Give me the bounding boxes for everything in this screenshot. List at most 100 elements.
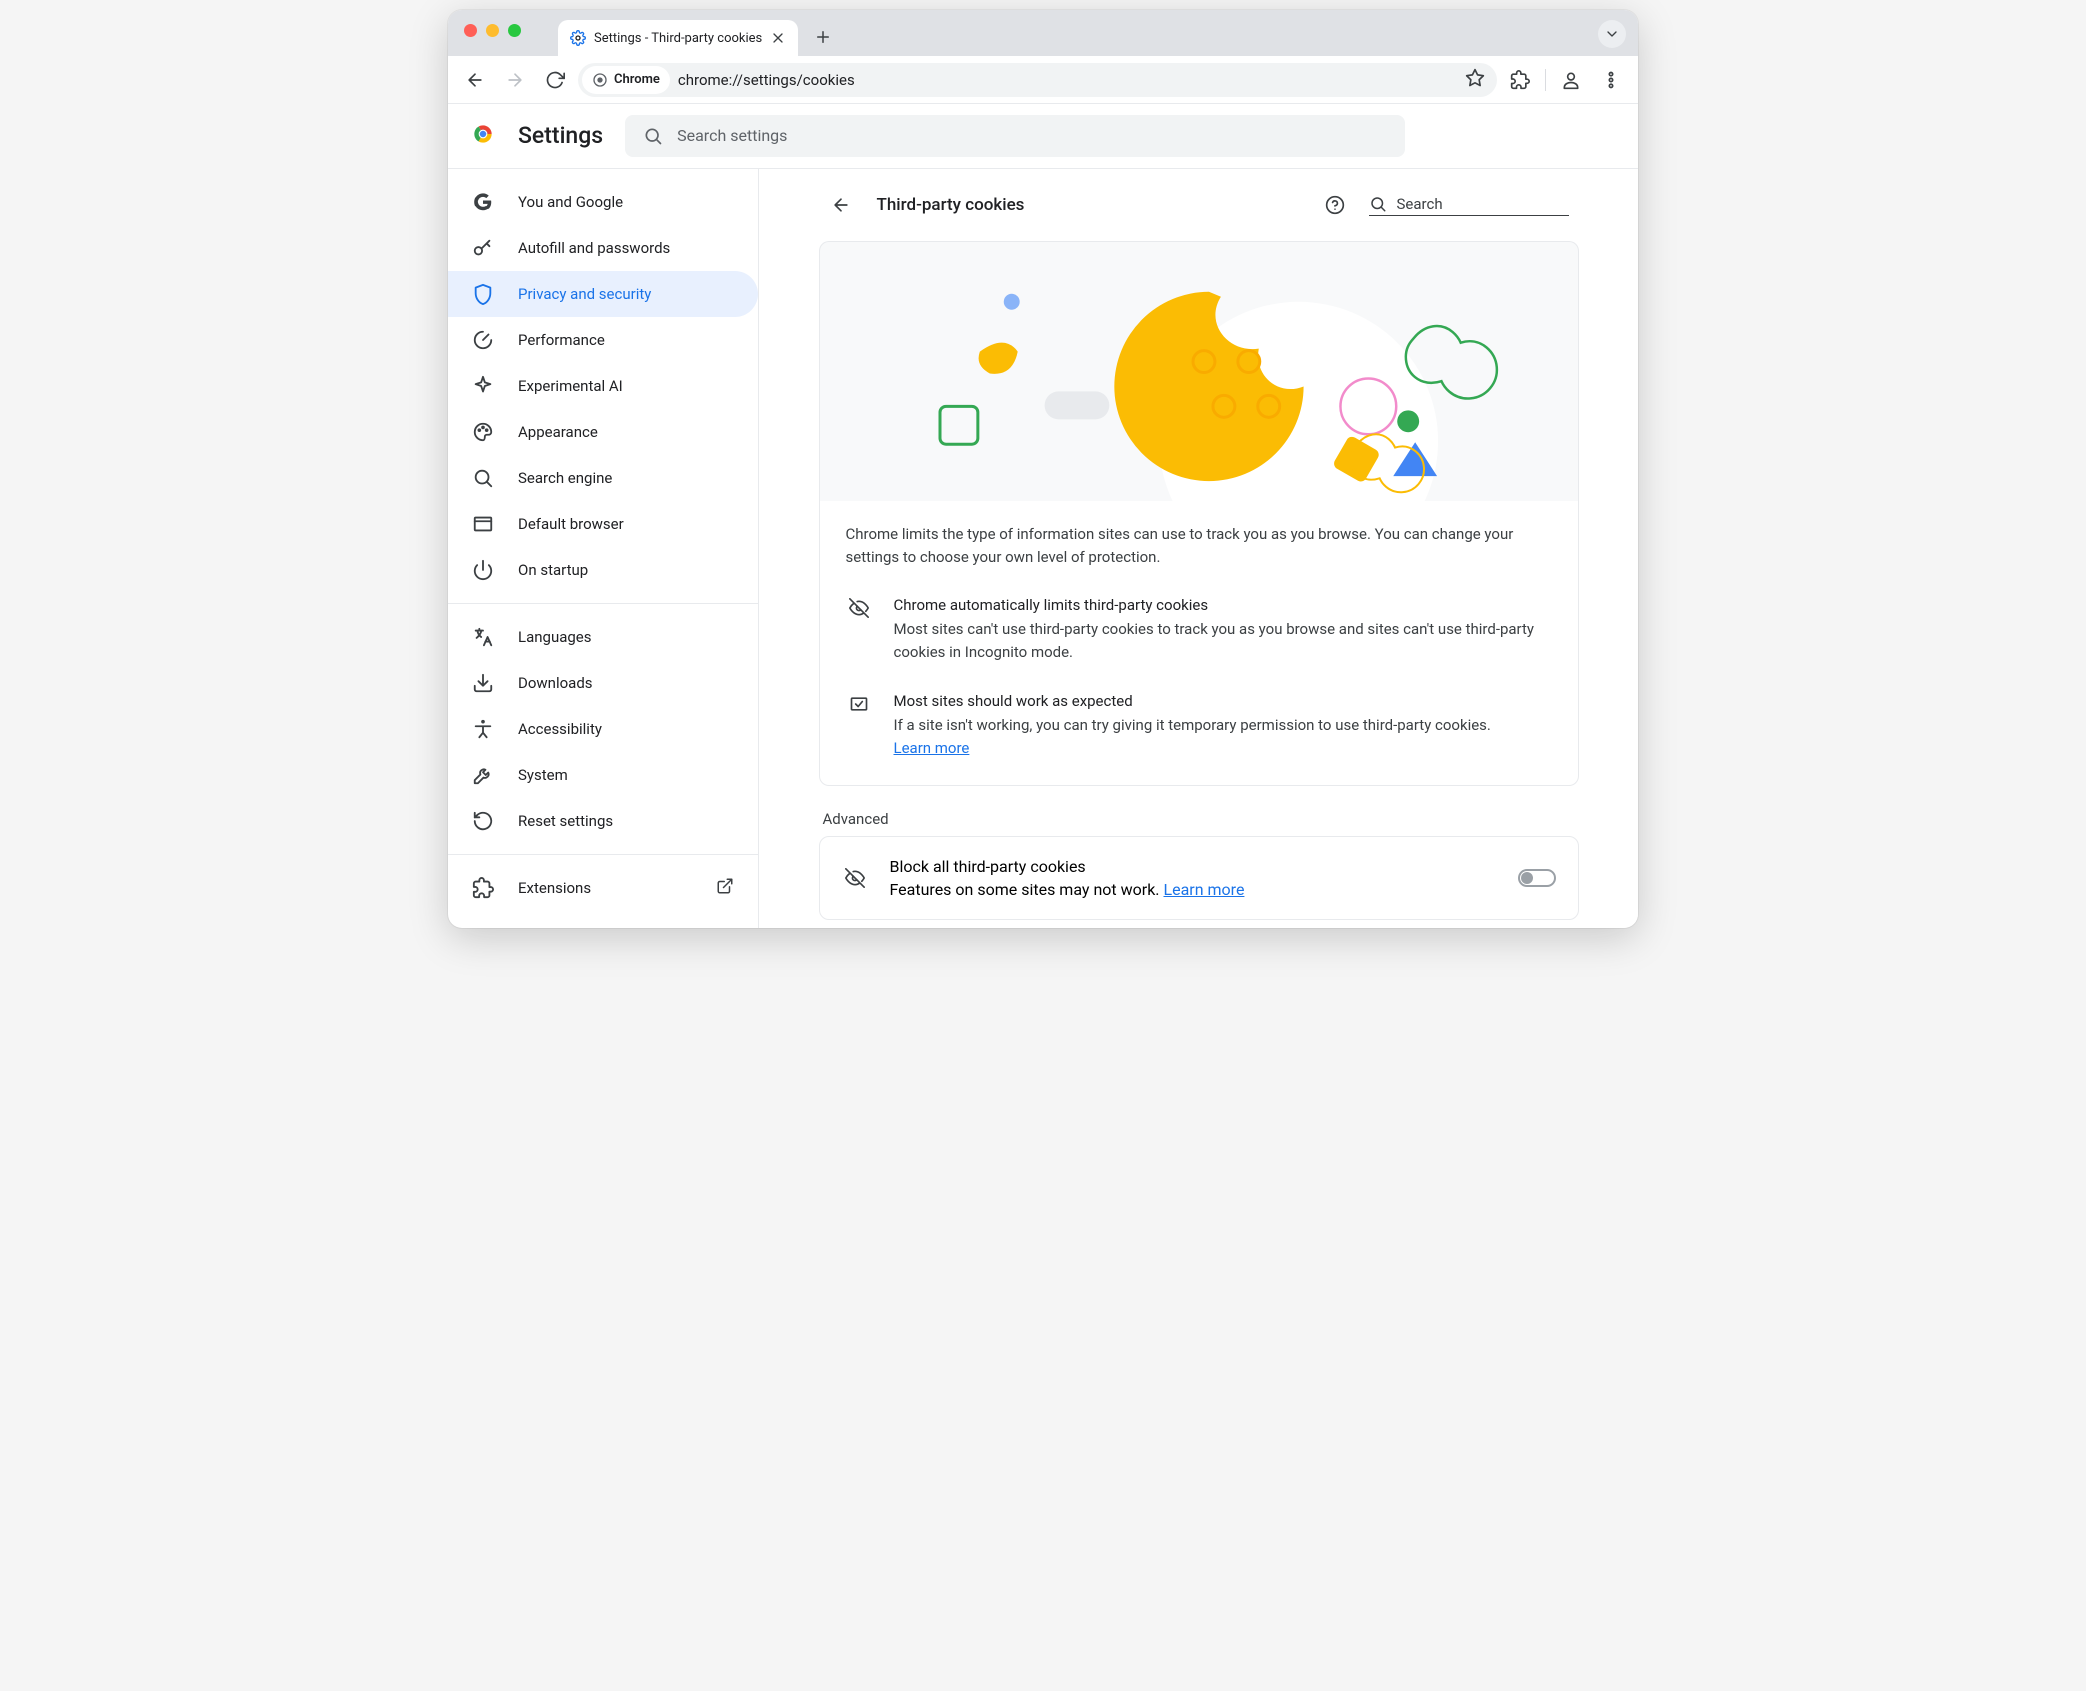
setting-title: Block all third-party cookies [890, 857, 1496, 876]
sidebar-item-label: Appearance [518, 423, 598, 441]
domain-verify-icon [846, 692, 872, 761]
sidebar-item-label: You and Google [518, 193, 623, 211]
setting-block-all-cookies: Block all third-party cookies Features o… [819, 836, 1579, 920]
site-chip[interactable]: Chrome [582, 66, 670, 94]
sidebar-item-languages[interactable]: Languages [448, 614, 758, 660]
window-zoom-button[interactable] [508, 24, 521, 37]
omnibox-url: chrome://settings/cookies [678, 71, 1457, 89]
advanced-section-label: Advanced [819, 786, 1579, 836]
sidebar-item-on-startup[interactable]: On startup [448, 547, 758, 593]
browser-toolbar: Chrome chrome://settings/cookies [448, 56, 1638, 104]
external-link-icon [716, 877, 734, 899]
settings-search[interactable]: Search settings [625, 115, 1405, 157]
key-icon [472, 237, 494, 259]
site-chip-label: Chrome [614, 72, 660, 87]
sidebar-item-default-browser[interactable]: Default browser [448, 501, 758, 547]
profile-button[interactable] [1554, 63, 1588, 97]
window-controls [464, 24, 521, 37]
sidebar-item-label: Autofill and passwords [518, 239, 670, 257]
forward-button[interactable] [498, 63, 532, 97]
cookies-intro-text: Chrome limits the type of information si… [846, 523, 1552, 570]
tab-strip: Settings - Third-party cookies [448, 10, 1638, 56]
puzzle-icon [472, 877, 494, 899]
settings-sidebar: You and Google Autofill and passwords Pr… [448, 169, 758, 928]
settings-body: You and Google Autofill and passwords Pr… [448, 168, 1638, 928]
back-button[interactable] [458, 63, 492, 97]
cookies-card: Chrome limits the type of information si… [819, 501, 1579, 786]
sidebar-item-label: Privacy and security [518, 285, 651, 303]
sidebar-item-performance[interactable]: Performance [448, 317, 758, 363]
block-all-cookies-toggle[interactable] [1518, 869, 1556, 887]
sidebar-item-label: Downloads [518, 674, 593, 692]
accessibility-icon [472, 718, 494, 740]
gear-icon [570, 30, 586, 46]
sidebar-item-label: Default browser [518, 515, 624, 533]
setting-body: Features on some sites may not work. Lea… [890, 880, 1496, 899]
learn-more-link[interactable]: Learn more [1163, 880, 1244, 899]
info-row-expected: Most sites should work as expected If a … [846, 684, 1552, 781]
settings-content: Third-party cookies Search [758, 169, 1638, 928]
page-title: Third-party cookies [877, 195, 1301, 215]
reload-button[interactable] [538, 63, 572, 97]
sidebar-item-downloads[interactable]: Downloads [448, 660, 758, 706]
sidebar-item-you-and-google[interactable]: You and Google [448, 179, 758, 225]
inline-search-placeholder: Search [1397, 195, 1443, 213]
info-body: If a site isn't working, you can try giv… [894, 714, 1491, 761]
translate-icon [472, 626, 494, 648]
sparkle-icon [472, 375, 494, 397]
tab-title: Settings - Third-party cookies [594, 31, 762, 46]
sidebar-divider [448, 603, 758, 604]
download-icon [472, 672, 494, 694]
browser-menu-button[interactable] [1594, 63, 1628, 97]
learn-more-link[interactable]: Learn more [894, 739, 970, 757]
sidebar-item-appearance[interactable]: Appearance [448, 409, 758, 455]
sidebar-item-accessibility[interactable]: Accessibility [448, 706, 758, 752]
page-back-button[interactable] [823, 187, 859, 223]
help-button[interactable] [1319, 189, 1351, 221]
sidebar-item-label: System [518, 766, 568, 784]
tab-overflow-button[interactable] [1598, 20, 1626, 48]
browser-window: Settings - Third-party cookies [448, 10, 1638, 928]
inline-search[interactable]: Search [1369, 195, 1569, 216]
eye-off-icon [846, 596, 872, 665]
browser-window-icon [472, 513, 494, 535]
sidebar-item-label: Accessibility [518, 720, 602, 738]
info-body-text: If a site isn't working, you can try giv… [894, 716, 1491, 734]
info-title: Chrome automatically limits third-party … [894, 596, 1552, 614]
sidebar-item-autofill[interactable]: Autofill and passwords [448, 225, 758, 271]
new-tab-button[interactable] [808, 22, 838, 52]
power-icon [472, 559, 494, 581]
sidebar-item-experimental-ai[interactable]: Experimental AI [448, 363, 758, 409]
sidebar-item-search-engine[interactable]: Search engine [448, 455, 758, 501]
sidebar-item-privacy[interactable]: Privacy and security [448, 271, 758, 317]
omnibox[interactable]: Chrome chrome://settings/cookies [578, 63, 1497, 97]
speedometer-icon [472, 329, 494, 351]
bookmark-star-icon[interactable] [1465, 68, 1485, 92]
browser-tab[interactable]: Settings - Third-party cookies [558, 20, 798, 56]
extensions-button[interactable] [1503, 63, 1537, 97]
sidebar-item-system[interactable]: System [448, 752, 758, 798]
tab-close-button[interactable] [770, 30, 786, 46]
search-icon [472, 467, 494, 489]
sidebar-item-label: Search engine [518, 469, 612, 487]
window-minimize-button[interactable] [486, 24, 499, 37]
page-header: Third-party cookies Search [819, 169, 1579, 241]
sidebar-item-extensions[interactable]: Extensions [448, 865, 758, 911]
sidebar-item-label: Extensions [518, 879, 591, 897]
setting-body-text: Features on some sites may not work. [890, 880, 1164, 899]
sidebar-divider [448, 854, 758, 855]
eye-off-icon [842, 868, 868, 888]
info-row-limits: Chrome automatically limits third-party … [846, 588, 1552, 685]
cookies-illustration [819, 241, 1579, 501]
window-close-button[interactable] [464, 24, 477, 37]
settings-title: Settings [518, 122, 603, 149]
sidebar-item-label: Reset settings [518, 812, 613, 830]
chrome-logo-icon [470, 121, 496, 151]
palette-icon [472, 421, 494, 443]
google-g-icon [472, 191, 494, 213]
info-title: Most sites should work as expected [894, 692, 1491, 710]
settings-search-placeholder: Search settings [677, 126, 787, 145]
sidebar-item-reset[interactable]: Reset settings [448, 798, 758, 844]
info-body: Most sites can't use third-party cookies… [894, 618, 1552, 665]
reset-icon [472, 810, 494, 832]
